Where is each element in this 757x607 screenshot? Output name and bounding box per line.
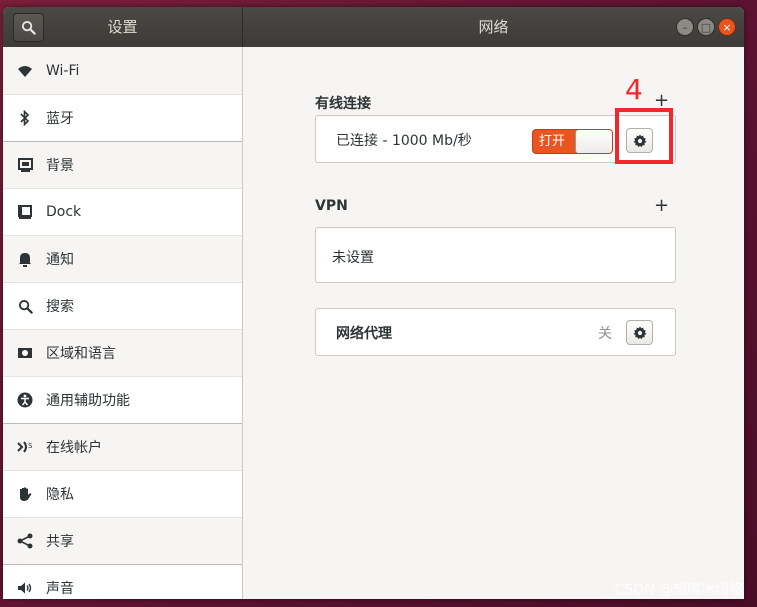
sidebar-item-label: 通用辅助功能 [46, 393, 130, 409]
minimize-button[interactable]: – [676, 18, 694, 36]
sidebar-item-label: Dock [46, 204, 82, 220]
sidebar-item-sound[interactable]: 声音 [3, 565, 242, 599]
gear-icon [633, 325, 646, 339]
share-icon [16, 532, 34, 550]
window-controls: – □ × [676, 18, 736, 36]
hand-icon [16, 485, 34, 503]
accessibility-icon [16, 391, 34, 409]
sidebar-item-label: 声音 [46, 581, 74, 597]
sidebar-item-sharing[interactable]: 共享 [3, 518, 242, 565]
sidebar-item-label: 在线帐户 [46, 440, 102, 456]
speaker-icon [16, 579, 34, 597]
bluetooth-icon [16, 109, 34, 127]
sidebar-item-label: 通知 [46, 252, 74, 268]
vpn-card: 未设置 [315, 227, 676, 283]
sidebar-item-label: 蓝牙 [46, 111, 74, 127]
bell-icon [16, 250, 34, 268]
sidebar-item-label: 区域和语言 [46, 346, 116, 362]
svg-text:S: S [28, 442, 33, 450]
wired-section-title: 有线连接 [315, 96, 371, 112]
sidebar: Wi-Fi 蓝牙 背景 Dock 通知 搜索 区域和语言 通用辅助功能 S 在线… [3, 47, 243, 599]
toggle-label: 打开 [539, 134, 566, 149]
sidebar-item-notifications[interactable]: 通知 [3, 236, 242, 283]
dock-icon [16, 203, 34, 221]
wired-status: 已连接 - 1000 Mb/秒 [336, 133, 472, 149]
background-icon [16, 156, 34, 174]
titlebar: 设置 网络 – □ × [3, 7, 744, 47]
sidebar-item-search[interactable]: 搜索 [3, 283, 242, 330]
search-icon [16, 297, 34, 315]
search-icon [21, 20, 36, 35]
sidebar-item-label: 背景 [46, 158, 74, 174]
toggle-knob [575, 130, 612, 153]
sidebar-item-privacy[interactable]: 隐私 [3, 471, 242, 518]
sidebar-item-online-accounts[interactable]: S 在线帐户 [3, 424, 242, 471]
watermark: CSDN @想喝冰阔骆 [614, 582, 743, 598]
vpn-section-title: VPN [315, 198, 348, 214]
titlebar-right: 网络 – □ × [243, 7, 744, 47]
vpn-empty-text: 未设置 [332, 250, 374, 266]
titlebar-left: 设置 [3, 7, 243, 47]
settings-window: 设置 网络 – □ × Wi-Fi 蓝牙 背景 Dock 通知 搜索 区域和语言… [3, 7, 744, 599]
sidebar-item-bluetooth[interactable]: 蓝牙 [3, 95, 242, 142]
sidebar-item-dock[interactable]: Dock [3, 189, 242, 236]
sidebar-item-label: 共享 [46, 534, 74, 550]
wifi-icon [16, 62, 34, 80]
search-button[interactable] [13, 13, 44, 42]
sidebar-item-label: Wi-Fi [46, 62, 80, 79]
sidebar-item-label: 搜索 [46, 299, 74, 315]
sidebar-item-label: 隐私 [46, 487, 74, 503]
region-icon [16, 344, 34, 362]
add-vpn-button[interactable]: + [654, 197, 669, 215]
proxy-label: 网络代理 [336, 326, 392, 342]
network-panel: 有线连接 + 4 已连接 - 1000 Mb/秒 打开 VPN + 未设置 网络… [243, 47, 744, 599]
wired-toggle[interactable]: 打开 [532, 129, 613, 154]
maximize-button[interactable]: □ [697, 18, 715, 36]
proxy-settings-button[interactable] [626, 320, 653, 345]
sidebar-item-wifi[interactable]: Wi-Fi [3, 47, 242, 95]
annotation-highlight-box [615, 108, 673, 164]
proxy-status: 关 [598, 326, 612, 342]
online-accounts-icon: S [16, 438, 34, 456]
sidebar-item-accessibility[interactable]: 通用辅助功能 [3, 377, 242, 424]
sidebar-item-region[interactable]: 区域和语言 [3, 330, 242, 377]
panel-title: 网络 [478, 18, 509, 36]
annotation-number: 4 [625, 73, 643, 106]
sidebar-item-background[interactable]: 背景 [3, 142, 242, 189]
network-proxy-row[interactable]: 网络代理 关 [315, 308, 676, 356]
close-button[interactable]: × [718, 18, 736, 36]
